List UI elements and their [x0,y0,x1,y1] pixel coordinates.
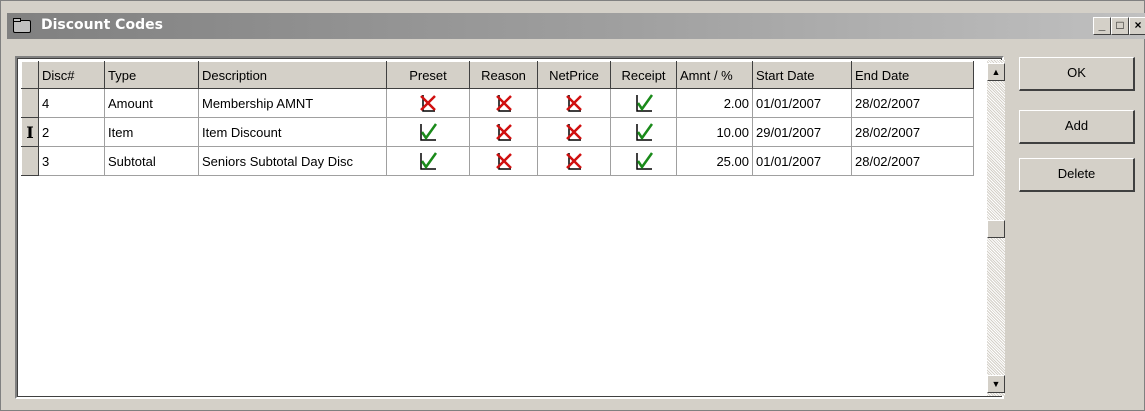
row-selector[interactable] [21,88,39,118]
cell-start-date[interactable]: 01/01/2007 [752,146,852,176]
row-indicator-header [21,61,39,89]
scroll-thumb[interactable] [987,220,1005,238]
col-header-description[interactable]: Description [198,61,387,89]
table-row[interactable]: I 2 Item Item Discount 10.00 29/01/2007 … [21,117,974,147]
folder-icon [13,18,31,33]
col-header-end-date[interactable]: End Date [851,61,974,89]
row-selector-current[interactable]: I [21,117,39,147]
cell-end-date[interactable]: 28/02/2007 [851,117,974,147]
cell-disc[interactable]: 3 [38,146,105,176]
cell-netprice[interactable] [537,88,611,118]
delete-button[interactable]: Delete [1019,158,1135,192]
cell-type[interactable]: Subtotal [104,146,199,176]
cell-reason[interactable] [469,117,538,147]
red-x-icon [566,124,582,141]
ok-button[interactable]: OK [1019,57,1135,91]
minimize-button[interactable]: _ [1093,17,1111,35]
col-header-type[interactable]: Type [104,61,199,89]
red-x-icon [495,153,512,170]
maximize-button[interactable]: □ [1111,17,1129,35]
arrow-up-icon[interactable]: ▲ [987,63,1005,81]
col-header-receipt[interactable]: Receipt [610,61,677,89]
cell-receipt[interactable] [610,88,677,118]
green-check-icon [420,152,438,170]
cell-type[interactable]: Amount [104,88,199,118]
cell-start-date[interactable]: 01/01/2007 [752,88,852,118]
col-header-reason[interactable]: Reason [469,61,538,89]
cell-amount[interactable]: 25.00 [676,146,753,176]
arrow-down-icon[interactable]: ▼ [987,375,1005,393]
col-header-netprice[interactable]: NetPrice [537,61,611,89]
text-cursor-icon: I [26,122,34,142]
green-check-icon [420,123,438,141]
red-x-icon [566,95,582,112]
discount-grid[interactable]: Disc# Type Description Preset Reason Net… [15,56,1005,399]
row-selector[interactable] [21,146,39,176]
cell-disc[interactable]: 4 [38,88,105,118]
cell-amount[interactable]: 2.00 [676,88,753,118]
add-button[interactable]: Add [1019,110,1135,144]
table-row[interactable]: 4 Amount Membership AMNT 2.00 01/01/2007… [21,88,974,118]
cell-start-date[interactable]: 29/01/2007 [752,117,852,147]
header-row: Disc# Type Description Preset Reason Net… [21,61,974,89]
cell-netprice[interactable] [537,146,611,176]
discount-codes-window: Discount Codes _ □ × Disc# Type Descript… [0,0,1145,411]
cell-preset[interactable] [386,88,470,118]
red-x-icon [495,124,512,141]
cell-description[interactable]: Item Discount [198,117,387,147]
cell-end-date[interactable]: 28/02/2007 [851,146,974,176]
col-header-preset[interactable]: Preset [386,61,470,89]
cell-receipt[interactable] [610,117,677,147]
cell-description[interactable]: Membership AMNT [198,88,387,118]
cell-end-date[interactable]: 28/02/2007 [851,88,974,118]
cell-preset[interactable] [386,117,470,147]
cell-reason[interactable] [469,88,538,118]
green-check-icon [635,94,653,112]
cell-netprice[interactable] [537,117,611,147]
title-bar[interactable]: Discount Codes _ □ × [7,13,1145,39]
table-row[interactable]: 3 Subtotal Seniors Subtotal Day Disc 25.… [21,146,974,176]
cell-receipt[interactable] [610,146,677,176]
green-check-icon [635,152,653,170]
col-header-start-date[interactable]: Start Date [752,61,852,89]
cell-disc[interactable]: 2 [38,117,105,147]
window-title: Discount Codes [41,17,163,33]
cell-type[interactable]: Item [104,117,199,147]
close-button[interactable]: × [1129,17,1145,35]
cell-reason[interactable] [469,146,538,176]
red-x-icon [420,95,436,112]
red-x-icon [495,95,512,112]
vertical-scrollbar[interactable]: ▲ ▼ [987,60,1005,396]
cell-preset[interactable] [386,146,470,176]
discount-table: Disc# Type Description Preset Reason Net… [21,61,974,176]
cell-amount[interactable]: 10.00 [676,117,753,147]
green-check-icon [635,123,653,141]
col-header-disc[interactable]: Disc# [38,61,105,89]
col-header-amount[interactable]: Amnt / % [676,61,753,89]
red-x-icon [566,153,582,170]
cell-description[interactable]: Seniors Subtotal Day Disc [198,146,387,176]
